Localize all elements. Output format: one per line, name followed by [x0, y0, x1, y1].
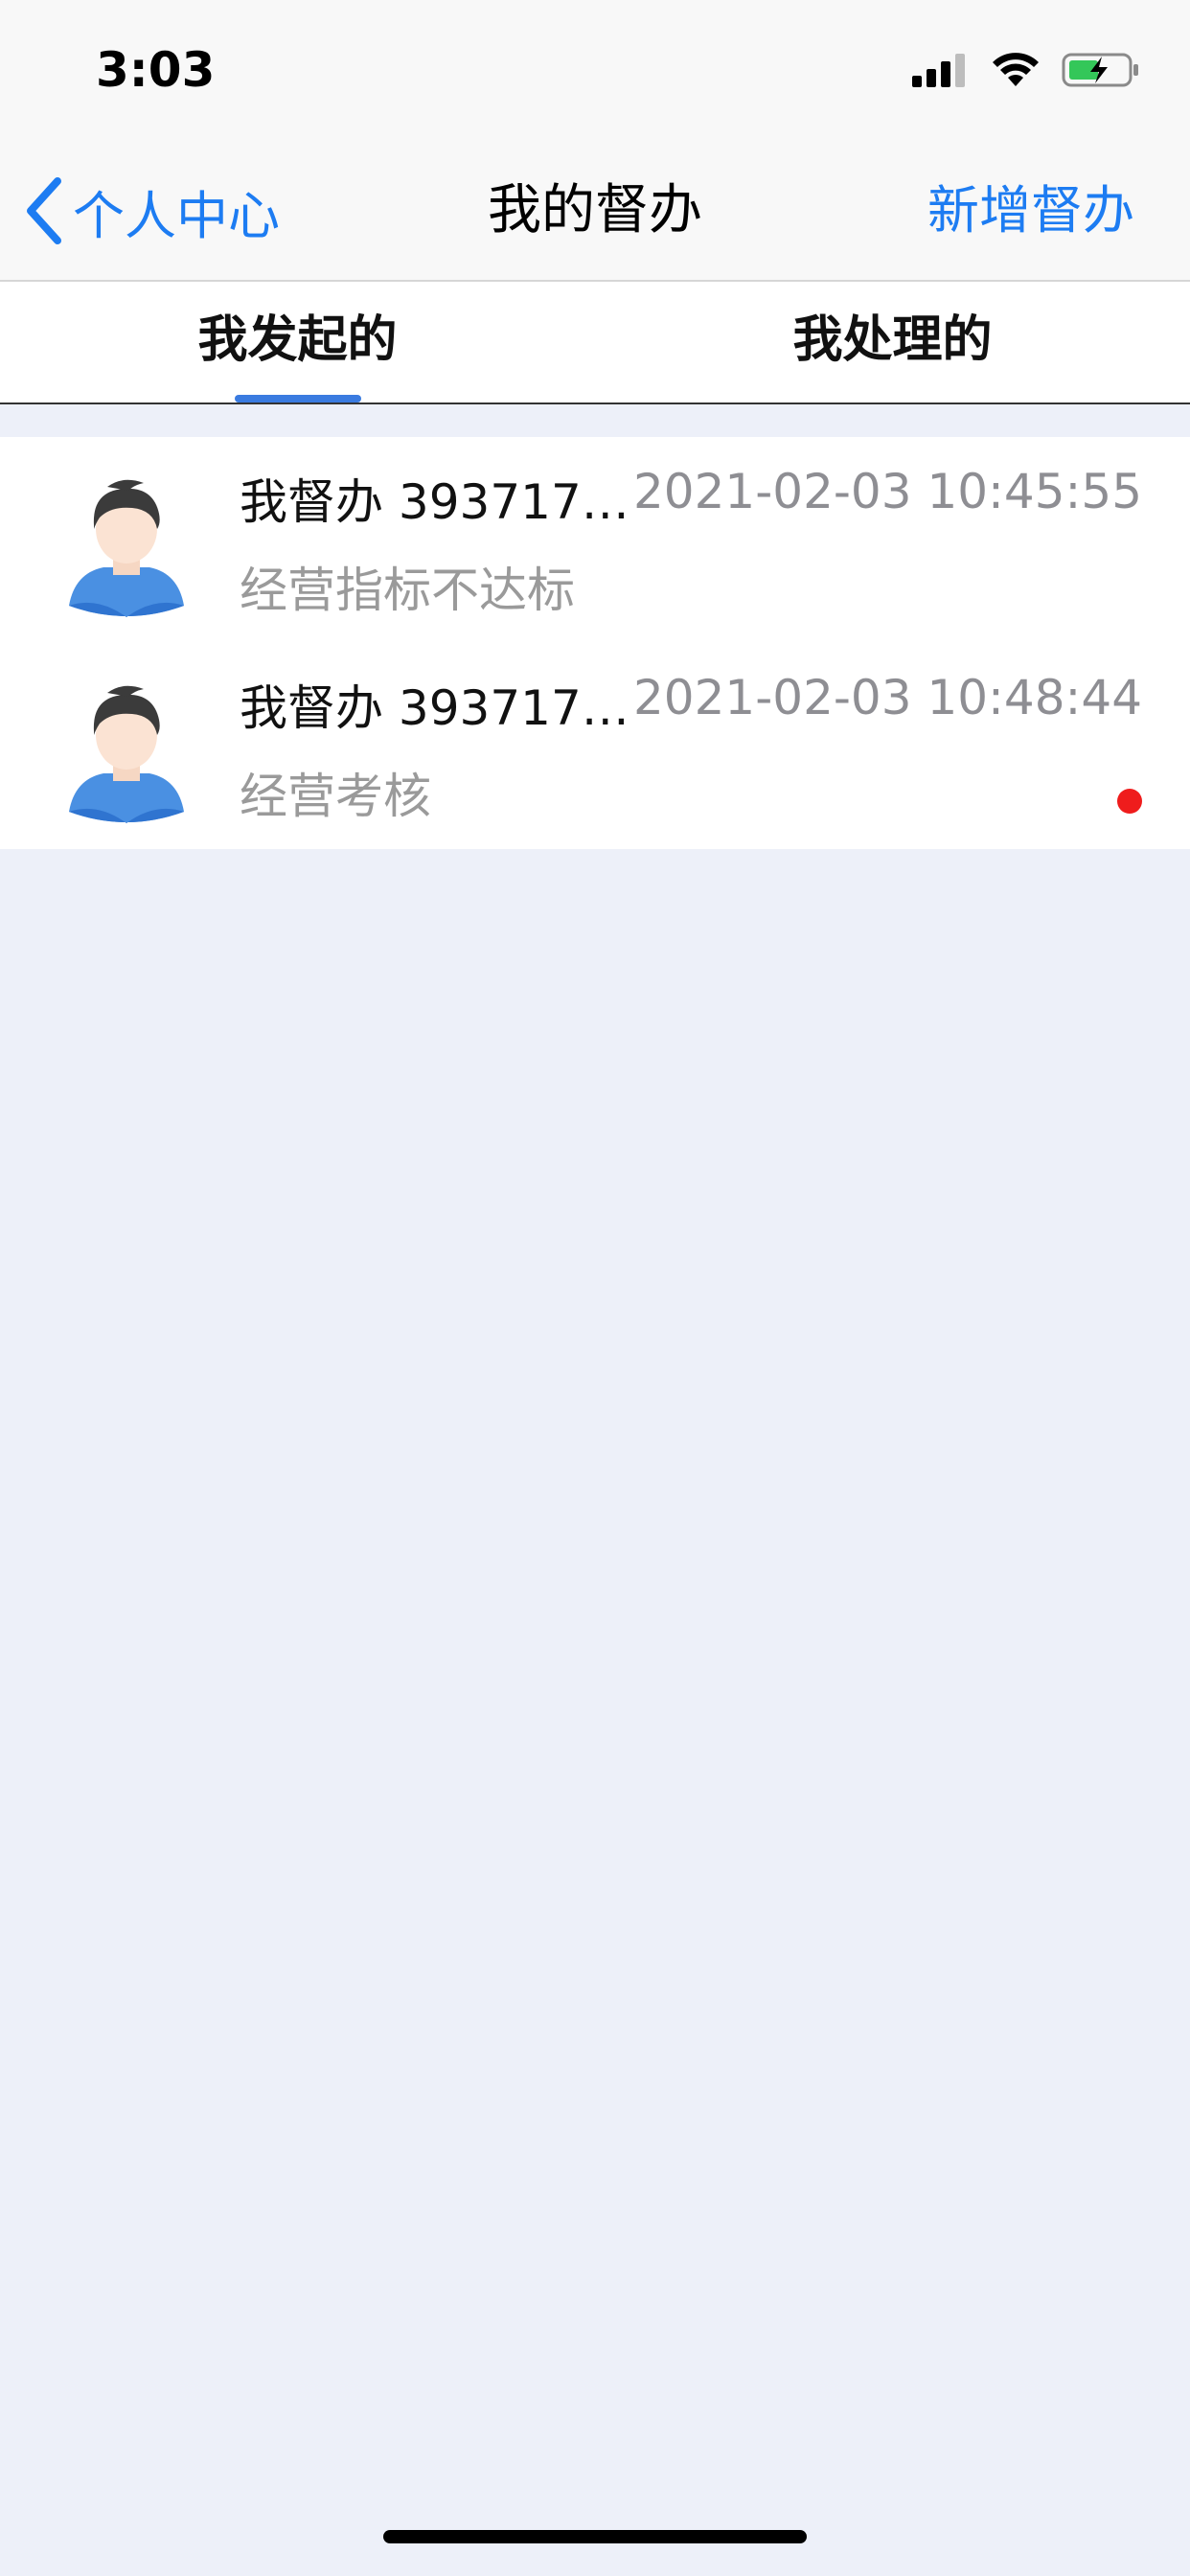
tab-handled[interactable]: 我处理的	[595, 282, 1190, 402]
tab-active-indicator	[234, 395, 361, 402]
item-subtitle: 经营考核	[240, 769, 431, 824]
tab-initiated-label: 我发起的	[197, 311, 398, 369]
item-subtitle: 经营指标不达标	[240, 563, 575, 618]
avatar	[69, 685, 184, 823]
item-title: 我督办 39371703...	[240, 474, 642, 530]
status-icons	[912, 52, 1140, 88]
unread-dot	[1117, 789, 1142, 814]
battery-charging-icon	[1062, 53, 1138, 87]
item-time: 2021-02-03 10:48:44	[632, 670, 1142, 725]
home-indicator[interactable]	[383, 2530, 807, 2543]
chevron-left-icon	[27, 177, 61, 244]
list-item[interactable]: 我督办 39371703... 2021-02-03 10:45:55 经营指标…	[0, 437, 1190, 643]
signal-icon	[912, 54, 965, 87]
navigation-bar: 个人中心 我的督办 新增督办	[0, 144, 1190, 282]
item-time: 2021-02-03 10:45:55	[632, 464, 1142, 519]
tab-initiated[interactable]: 我发起的	[0, 282, 595, 402]
add-supervision-button[interactable]: 新增督办	[927, 172, 1134, 249]
avatar	[69, 479, 184, 617]
status-bar: 3:03	[0, 0, 1190, 144]
tab-bar: 我发起的 我处理的	[0, 282, 1190, 404]
item-title: 我督办 39371703...	[240, 680, 642, 736]
back-button[interactable]: 个人中心	[25, 172, 280, 249]
status-time: 3:03	[96, 42, 216, 98]
tab-handled-label: 我处理的	[792, 311, 993, 369]
supervision-list: 我督办 39371703... 2021-02-03 10:45:55 经营指标…	[0, 437, 1190, 849]
wifi-icon	[993, 53, 1039, 86]
list-item[interactable]: 我督办 39371703... 2021-02-03 10:48:44 经营考核	[0, 643, 1190, 849]
back-button-label: 个人中心	[73, 185, 280, 246]
